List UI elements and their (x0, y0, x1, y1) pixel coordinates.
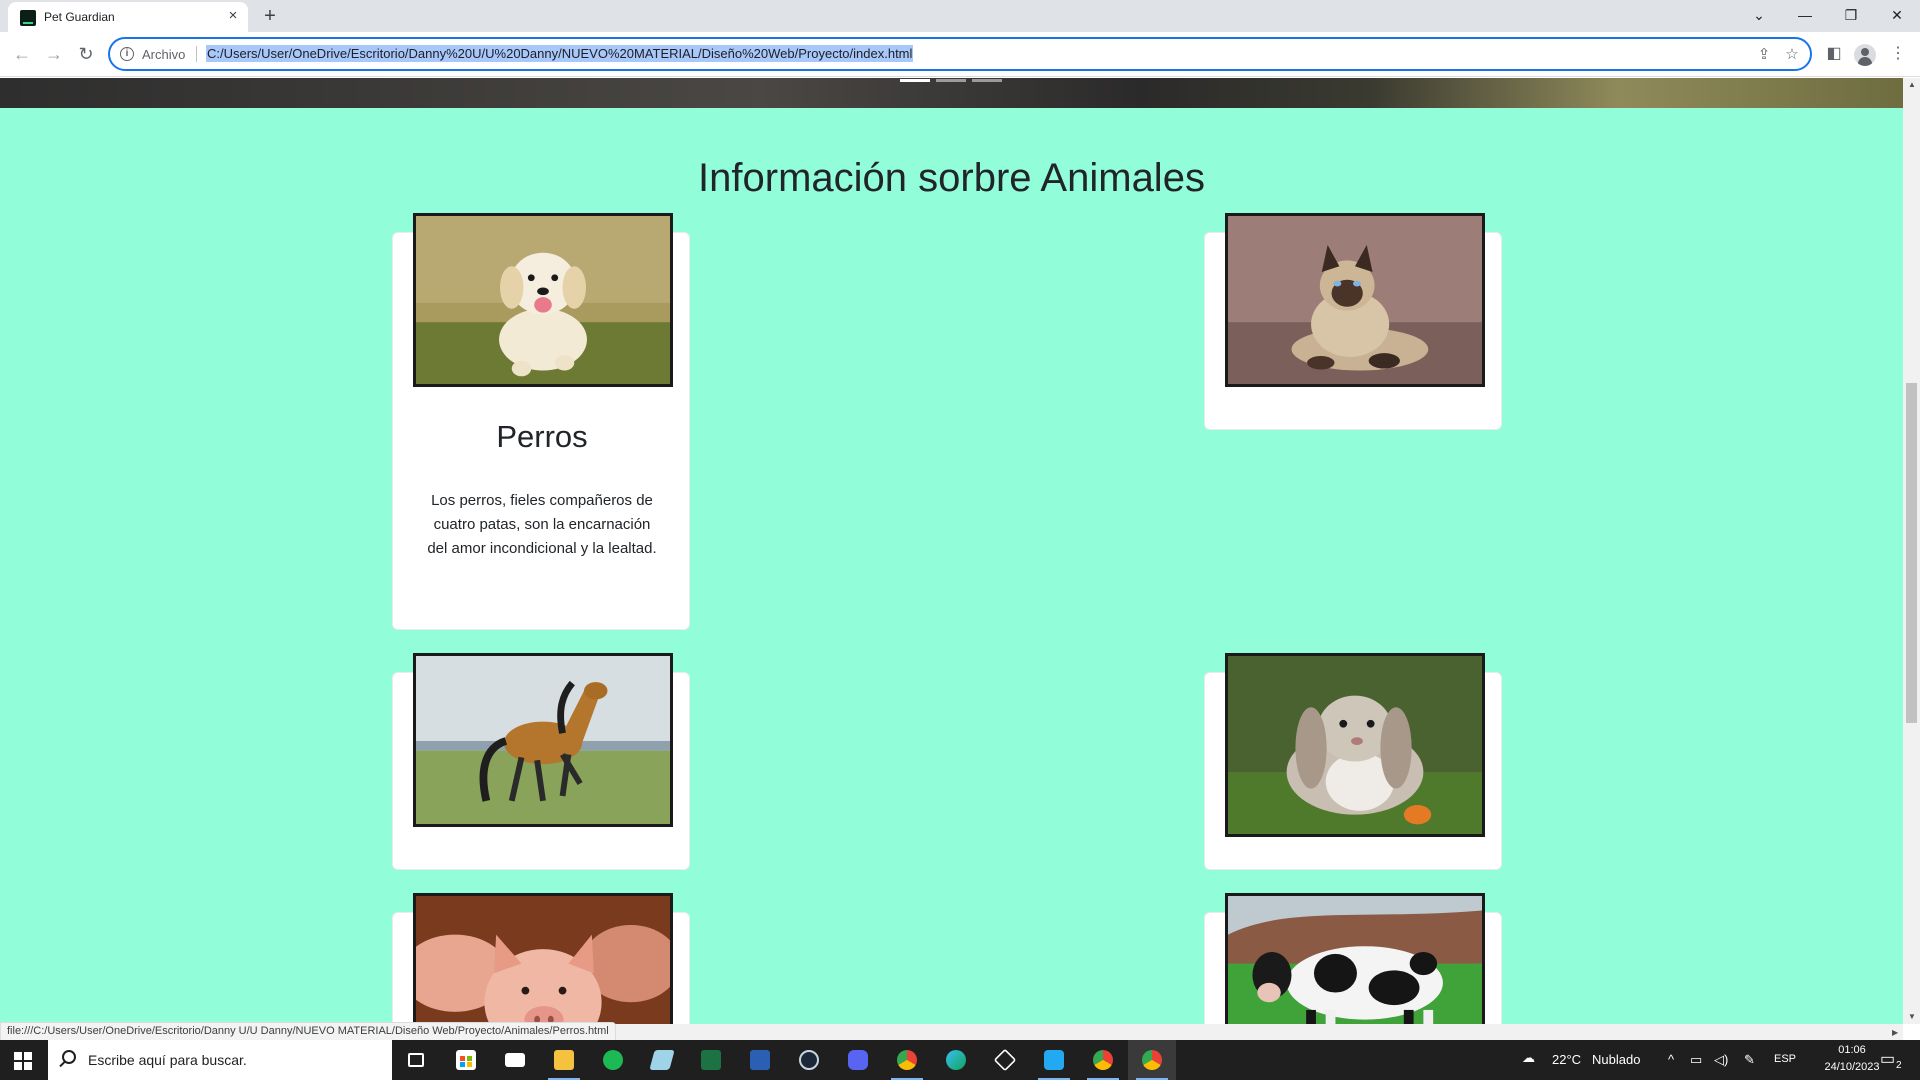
share-icon[interactable]: ⇪ (1754, 45, 1774, 65)
tab-close-icon[interactable]: × (224, 7, 242, 25)
task-view-icon[interactable] (392, 1040, 440, 1080)
section-title: Información sorbre Animales (698, 156, 1205, 200)
card-title-dog: Perros (496, 419, 588, 454)
site-favicon-icon (20, 10, 36, 26)
microsoft-store-icon[interactable] (442, 1040, 490, 1080)
weather-condition[interactable]: Nublado (1592, 1052, 1640, 1067)
card-text-dog: Los perros, fieles compañeros de cuatro … (427, 492, 657, 557)
excel-icon[interactable] (687, 1040, 735, 1080)
cat-image[interactable] (1225, 213, 1485, 387)
vertical-scrollbar[interactable]: ▲ ▼ (1903, 78, 1920, 1024)
tab-title: Pet Guardian (44, 10, 115, 24)
taskbar-search-placeholder: Escribe aquí para buscar. (88, 1052, 247, 1068)
file-explorer-icon[interactable] (540, 1040, 588, 1080)
vertical-scroll-thumb[interactable] (1906, 383, 1917, 723)
restore-button[interactable]: ❐ (1828, 0, 1874, 30)
pen-icon[interactable]: ✎ (1744, 1052, 1755, 1068)
browser-toolbar: ← → ↻ i Archivo C:/Users/User/OneDrive/E… (0, 32, 1920, 77)
chrome-profile-icon[interactable] (883, 1040, 931, 1080)
chrome-alt-icon[interactable] (1079, 1040, 1127, 1080)
bookmark-star-icon[interactable]: ☆ (1782, 45, 1802, 65)
spotify-icon[interactable] (589, 1040, 637, 1080)
carousel-indicator-1[interactable] (900, 79, 930, 82)
card-cow[interactable] (1204, 893, 1502, 1024)
word-icon[interactable] (736, 1040, 784, 1080)
hidden-icons-chevron-icon[interactable]: ^ (1668, 1052, 1674, 1067)
notification-count: 2 (1896, 1060, 1902, 1071)
clock-time[interactable]: 01:06 (1822, 1044, 1882, 1056)
card-rabbit[interactable] (1204, 653, 1502, 870)
dog-image[interactable] (413, 213, 673, 387)
side-panel-icon[interactable]: ◧ (1822, 42, 1846, 66)
vscode-icon[interactable] (1030, 1040, 1078, 1080)
discord-icon[interactable] (834, 1040, 882, 1080)
new-tab-button[interactable]: + (258, 4, 282, 28)
card-dog[interactable]: Perros Los perros, fieles compañeros de … (392, 213, 690, 630)
taskbar-search-box[interactable]: Escribe aquí para buscar. (48, 1040, 392, 1080)
close-window-button[interactable]: ✕ (1874, 0, 1920, 30)
notifications-icon[interactable]: ▭ (1880, 1049, 1895, 1069)
windows-taskbar: Escribe aquí para buscar. ☁ 22°C Nublado… (0, 1040, 1920, 1080)
forward-button[interactable]: → (42, 42, 66, 66)
scroll-down-arrow-icon[interactable]: ▼ (1908, 1012, 1916, 1021)
unity-icon[interactable] (981, 1040, 1029, 1080)
browser-menu-icon[interactable]: ⋮ (1886, 42, 1910, 66)
network-icon[interactable]: ▭ (1690, 1052, 1702, 1068)
card-cat[interactable] (1204, 213, 1502, 430)
steam-icon[interactable] (785, 1040, 833, 1080)
search-icon (62, 1050, 76, 1064)
volume-icon[interactable]: ◁) (1714, 1052, 1728, 1068)
weather-temp[interactable]: 22°C (1552, 1052, 1581, 1067)
horse-image[interactable] (413, 653, 673, 827)
carousel-indicator-2[interactable] (936, 79, 966, 82)
address-bar[interactable]: i Archivo C:/Users/User/OneDrive/Escrito… (108, 37, 1812, 71)
windows-start-icon[interactable] (14, 1052, 32, 1070)
page-viewport: Información sorbre Animales Perros Los p… (0, 78, 1903, 1024)
rabbit-image[interactable] (1225, 653, 1485, 837)
scroll-up-arrow-icon[interactable]: ▲ (1908, 80, 1916, 89)
back-button[interactable]: ← (10, 42, 34, 66)
omnibox-divider (196, 46, 197, 62)
profile-avatar[interactable] (1854, 44, 1876, 66)
pig-image[interactable] (413, 893, 673, 1024)
tab-search-icon[interactable]: ⌄ (1736, 0, 1782, 30)
carousel-indicator-3[interactable] (972, 79, 1002, 82)
tab-pet-guardian[interactable]: Pet Guardian × (8, 2, 248, 32)
chrome-icon[interactable] (1128, 1040, 1176, 1080)
card-horse[interactable] (392, 653, 690, 870)
weather-cloud-icon[interactable]: ☁ (1522, 1050, 1535, 1066)
url-text[interactable]: C:/Users/User/OneDrive/Escritorio/Danny%… (206, 45, 914, 62)
hero-carousel-bottom (0, 78, 1903, 108)
input-language[interactable]: ESP (1774, 1053, 1796, 1065)
cow-image[interactable] (1225, 893, 1485, 1024)
site-info-icon[interactable]: i (120, 47, 134, 61)
paint-icon[interactable] (638, 1040, 686, 1080)
browser-tab-strip: Pet Guardian × + ⌄ — ❐ ✕ (0, 0, 1920, 32)
edge-icon[interactable] (932, 1040, 980, 1080)
link-status-bar: file:///C:/Users/User/OneDrive/Escritori… (0, 1022, 616, 1041)
scheme-label: Archivo (142, 47, 186, 62)
card-pig[interactable] (392, 893, 690, 1024)
minimize-button[interactable]: — (1782, 0, 1828, 30)
reload-button[interactable]: ↻ (74, 42, 98, 66)
scroll-right-arrow-icon[interactable]: ▶ (1892, 1028, 1898, 1037)
mail-icon[interactable] (491, 1040, 539, 1080)
